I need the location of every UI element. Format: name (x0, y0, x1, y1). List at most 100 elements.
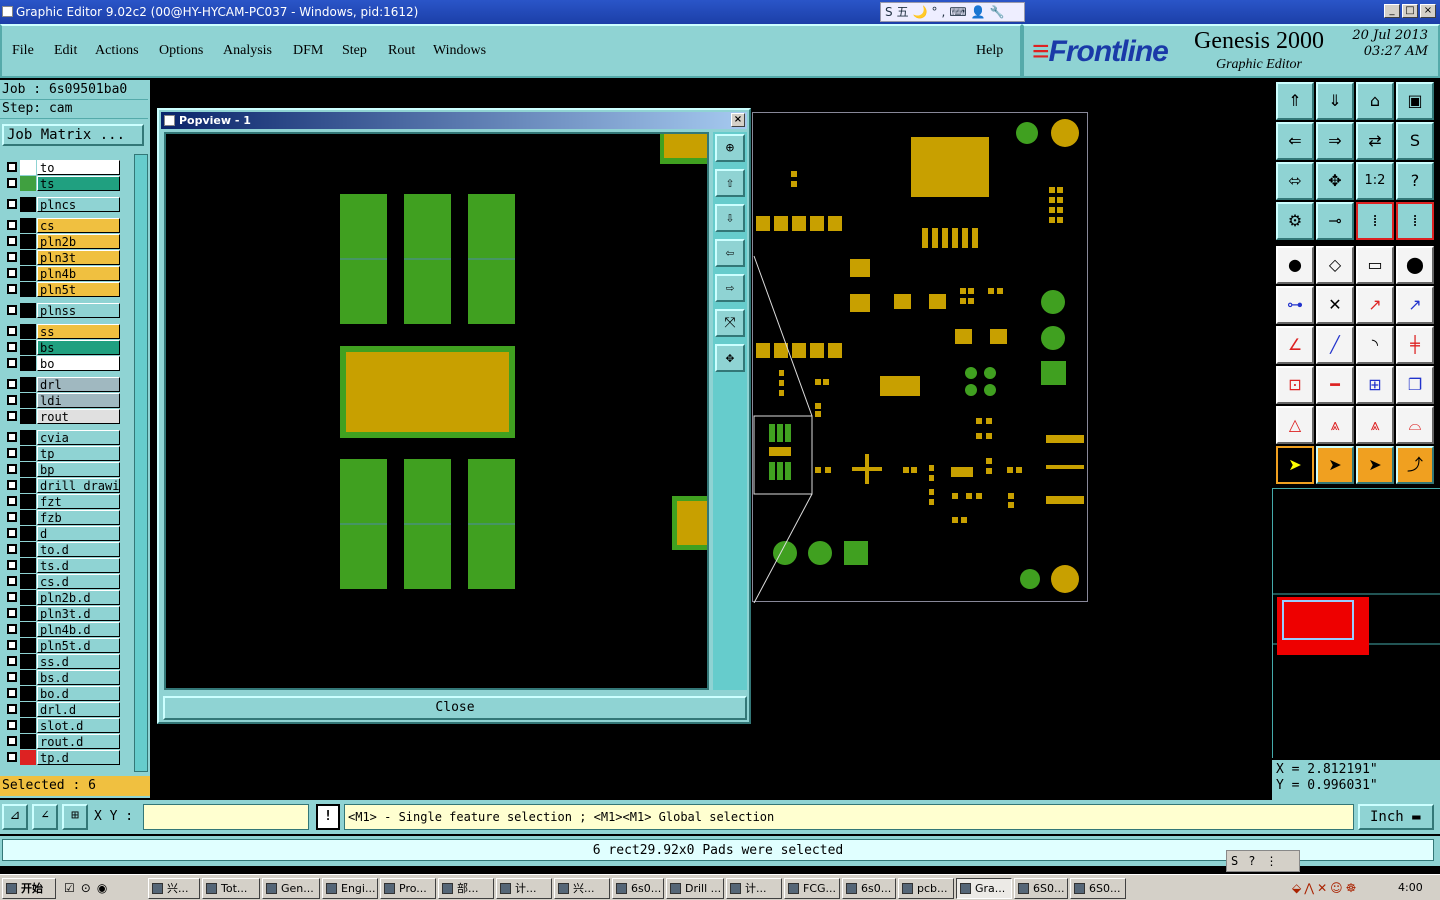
layer-row[interactable]: bp (4, 462, 120, 477)
layer-row[interactable]: ss (4, 324, 120, 339)
layer-row[interactable]: pln2b (4, 234, 120, 249)
menu-dfm[interactable]: DFM (293, 43, 323, 59)
layer-color-swatch[interactable] (20, 430, 36, 445)
layer-checkbox[interactable] (7, 576, 17, 586)
pan-left-icon[interactable]: ⇦ (715, 239, 745, 267)
layer-color-swatch[interactable] (20, 638, 36, 653)
layer-row[interactable]: ldi (4, 393, 120, 408)
layer-checkbox[interactable] (7, 592, 17, 602)
layer-compare-icon[interactable]: ⁞ (1396, 202, 1434, 240)
select-net-icon[interactable]: ⤴ (1396, 446, 1434, 484)
taskbar-task[interactable]: 计... (726, 878, 782, 899)
split-icon[interactable]: ━ (1316, 366, 1354, 404)
layer-name[interactable]: pln5t (37, 282, 120, 297)
add-line-icon[interactable]: ⊶ (1276, 286, 1314, 324)
layer-color-swatch[interactable] (20, 393, 36, 408)
pan-right-tool-icon[interactable]: ⇒ (1316, 122, 1354, 160)
select-area-icon[interactable]: ➤ (1316, 446, 1354, 484)
layer-row[interactable]: slot.d (4, 718, 120, 733)
layer-checkbox[interactable] (7, 178, 17, 188)
menu-rout[interactable]: Rout (388, 43, 415, 59)
layer-color-swatch[interactable] (20, 250, 36, 265)
layer-row[interactable]: pln2b.d (4, 590, 120, 605)
layer-checkbox[interactable] (7, 512, 17, 522)
layer-name[interactable]: pln4b.d (37, 622, 120, 637)
layer-color-swatch[interactable] (20, 446, 36, 461)
warning-icon[interactable]: ! (316, 804, 340, 830)
pan-up-icon[interactable]: ⇧ (715, 169, 745, 197)
layer-row[interactable]: cs (4, 218, 120, 233)
layer-checkbox[interactable] (7, 464, 17, 474)
zoom-extents-icon[interactable]: ⬄ (1276, 162, 1314, 200)
layer-row[interactable]: pln5t (4, 282, 120, 297)
select-pointer-icon[interactable]: ➤ (1276, 446, 1314, 484)
layer-color-swatch[interactable] (20, 494, 36, 509)
layer-color-swatch[interactable] (20, 526, 36, 541)
unit-selector[interactable]: Inch ▬ (1358, 804, 1434, 830)
layer-row[interactable]: bs (4, 340, 120, 355)
layer-name[interactable]: tp (37, 446, 120, 461)
layer-color-swatch[interactable] (20, 718, 36, 733)
layer-color-swatch[interactable] (20, 478, 36, 493)
job-matrix-button[interactable]: Job Matrix ... (2, 124, 144, 146)
break-icon[interactable]: ⊞ (1356, 366, 1394, 404)
layer-color-swatch[interactable] (20, 218, 36, 233)
popview-canvas[interactable] (164, 132, 709, 690)
layer-row[interactable]: ss.d (4, 654, 120, 669)
start-button[interactable]: 开始 (2, 878, 56, 899)
layer-color-swatch[interactable] (20, 377, 36, 392)
snap-icon[interactable]: ⊸ (1316, 202, 1354, 240)
menu-edit[interactable]: Edit (54, 43, 77, 59)
layer-checkbox[interactable] (7, 480, 17, 490)
layer-color-swatch[interactable] (20, 160, 36, 175)
layer-name[interactable]: drill_drawin (37, 478, 120, 493)
layer-name[interactable]: fzb (37, 510, 120, 525)
zoom-fit-icon[interactable]: ⤧ (715, 309, 745, 337)
layer-row[interactable]: drill_drawin (4, 478, 120, 493)
taskbar-task[interactable]: 6s0... (612, 878, 664, 899)
taskbar-task[interactable]: 部... (438, 878, 494, 899)
layer-name[interactable]: cvia (37, 430, 120, 445)
tray-icons[interactable]: ⬙⋀✕☺☸ (1292, 881, 1384, 895)
layer-row[interactable]: drl (4, 377, 120, 392)
layer-checkbox[interactable] (7, 640, 17, 650)
layer-checkbox[interactable] (7, 268, 17, 278)
slash-icon[interactable]: ╱ (1316, 326, 1354, 364)
layer-color-swatch[interactable] (20, 197, 36, 212)
layer-row[interactable]: tp.d (4, 750, 120, 765)
layer-checkbox[interactable] (7, 411, 17, 421)
add-surface-icon[interactable]: ◇ (1316, 246, 1354, 284)
layer-checkbox[interactable] (7, 236, 17, 246)
circle-pad-icon[interactable]: ⬤ (1396, 246, 1434, 284)
layer-row[interactable]: bo.d (4, 686, 120, 701)
layer-checkbox[interactable] (7, 624, 17, 634)
pan-up-tool-icon[interactable]: ⇑ (1276, 82, 1314, 120)
layer-row[interactable]: fzb (4, 510, 120, 525)
layer-row[interactable]: rout.d (4, 734, 120, 749)
layer-row[interactable]: pln4b (4, 266, 120, 281)
layer-name[interactable]: fzt (37, 494, 120, 509)
layer-name[interactable]: pln3t.d (37, 606, 120, 621)
layer-row[interactable]: plncs (4, 197, 120, 212)
zoom-home-icon[interactable]: ✥ (715, 344, 745, 372)
layer-name[interactable]: bo (37, 356, 120, 371)
layer-name[interactable]: plncs (37, 197, 120, 212)
layer-checkbox[interactable] (7, 284, 17, 294)
layer-name[interactable]: to.d (37, 542, 120, 557)
layer-row[interactable]: bo (4, 356, 120, 371)
layer-checkbox[interactable] (7, 305, 17, 315)
layer-color-swatch[interactable] (20, 750, 36, 765)
menu-windows[interactable]: Windows (433, 43, 486, 59)
layer-name[interactable]: plnss (37, 303, 120, 318)
taskbar-task[interactable]: Gen... (262, 878, 320, 899)
taskbar-task[interactable]: 计... (496, 878, 552, 899)
layer-checkbox[interactable] (7, 736, 17, 746)
layer-color-swatch[interactable] (20, 303, 36, 318)
layer-color-swatch[interactable] (20, 542, 36, 557)
arc-icon[interactable]: ◝ (1356, 326, 1394, 364)
layer-color-swatch[interactable] (20, 266, 36, 281)
layer-color-swatch[interactable] (20, 510, 36, 525)
layer-name[interactable]: pln2b.d (37, 590, 120, 605)
layer-color-swatch[interactable] (20, 590, 36, 605)
layer-name[interactable]: rout.d (37, 734, 120, 749)
